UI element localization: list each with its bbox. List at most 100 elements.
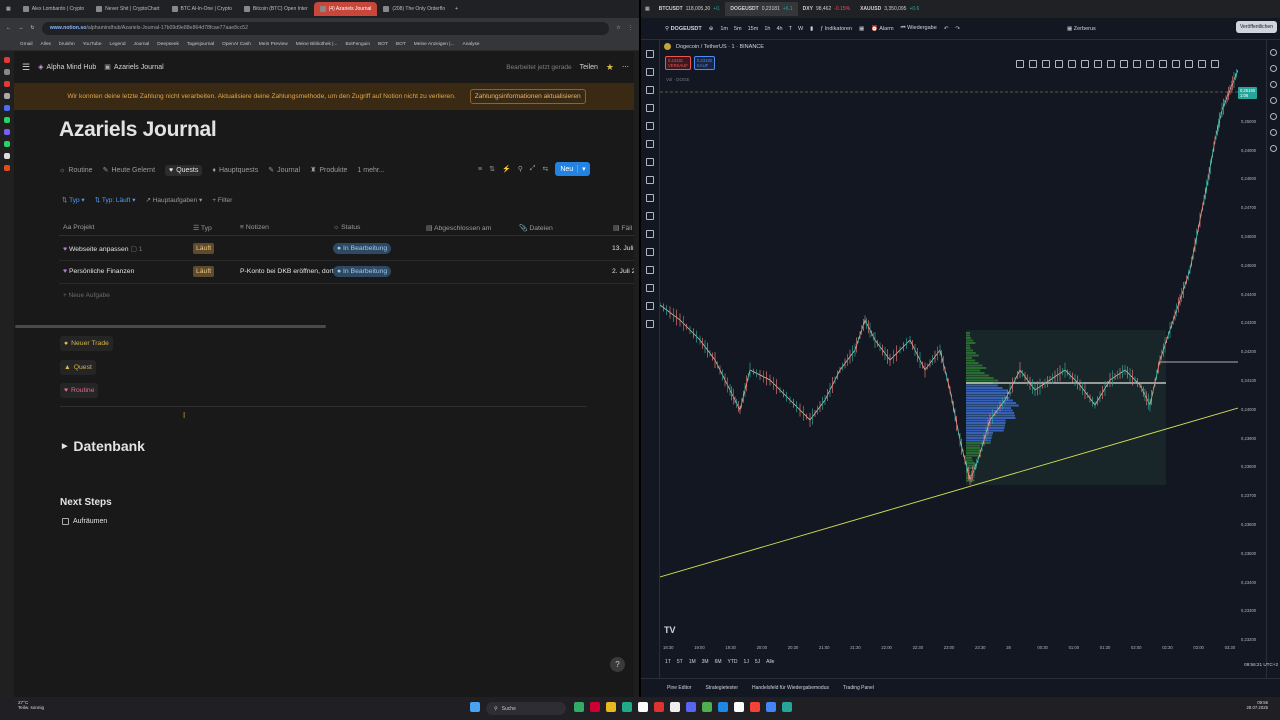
filter-typ-laeuft[interactable]: ⇅ Typ: Läuft ▾: [95, 196, 136, 204]
bookmark-item[interactable]: bruishn: [59, 42, 75, 47]
sidebar-app-icon[interactable]: [4, 117, 10, 123]
range-button[interactable]: 5T: [677, 659, 683, 665]
tool-icon[interactable]: [1016, 60, 1024, 68]
tool-icon[interactable]: [1042, 60, 1050, 68]
sidebar-app-icon[interactable]: [4, 105, 10, 111]
ideas-icon[interactable]: [1270, 129, 1277, 136]
status-badge[interactable]: ● In Bearbeitung: [333, 266, 392, 277]
link-icon[interactable]: [646, 302, 654, 310]
bottom-panel-tab[interactable]: Trading Panel: [843, 685, 874, 691]
stay-in-drawing-icon[interactable]: [646, 248, 654, 256]
help-button[interactable]: ?: [610, 657, 625, 672]
comment-icon[interactable]: ▢ 1: [130, 246, 142, 253]
app-icon[interactable]: [686, 702, 696, 712]
checkbox[interactable]: [62, 518, 69, 525]
tab-view-5[interactable]: ♜ Produkte: [310, 166, 347, 175]
app-icon[interactable]: [654, 702, 664, 712]
app-icon[interactable]: [622, 702, 632, 712]
column-header-status[interactable]: ☼ Status: [333, 224, 360, 231]
ticker-tab[interactable]: BTCUSDT 118,005,30 +0.: [654, 2, 726, 16]
share-button[interactable]: Teilen: [580, 64, 598, 71]
tool-icon[interactable]: [1120, 60, 1128, 68]
bottom-panel-tab[interactable]: Pine Editor: [667, 685, 691, 691]
browser-tab[interactable]: Alex Lombardo | Crypto: [17, 2, 90, 16]
alarm-button[interactable]: ⏰ Alarm: [871, 26, 893, 32]
new-task-button[interactable]: + Neue Aufgabe: [63, 292, 110, 299]
tool-icon[interactable]: [1081, 60, 1089, 68]
row-faellig[interactable]: 2. Juli 2: [612, 268, 635, 275]
sidebar-app-icon[interactable]: [4, 69, 10, 75]
redo-icon[interactable]: ↷: [955, 26, 960, 32]
system-tray-clock[interactable]: 09:56 28.07.2025: [1246, 700, 1268, 710]
eye-icon[interactable]: [646, 284, 654, 292]
shape-icon[interactable]: [646, 140, 654, 148]
range-button[interactable]: Alle: [766, 659, 774, 665]
interval-button[interactable]: 15m: [748, 26, 759, 32]
folder-icon[interactable]: [606, 702, 616, 712]
app-icon[interactable]: [590, 702, 600, 712]
symbol-search[interactable]: ⚲ DOGEUSDT: [665, 26, 702, 32]
range-button[interactable]: 1M: [689, 659, 696, 665]
ticker-tab[interactable]: XAUUSD 3,350,095 +0.6: [855, 2, 924, 16]
sidebar-app-icon[interactable]: [4, 165, 10, 171]
ruler-icon[interactable]: [646, 194, 654, 202]
next-steps-heading[interactable]: Next Steps: [60, 497, 112, 508]
tool-icon[interactable]: [1055, 60, 1063, 68]
template-button-neuer-trade[interactable]: ● Neuer Trade: [60, 336, 113, 351]
watchlist-icon[interactable]: [1270, 49, 1277, 56]
trash-icon[interactable]: [646, 320, 654, 328]
update-payment-button[interactable]: Zahlungsinformationen aktualisieren: [469, 89, 586, 104]
row-notizen[interactable]: P-Konto bei DKB eröffnen, dort: [240, 268, 334, 275]
bookmark-item[interactable]: Meine Anzeigen |...: [414, 42, 455, 47]
more-icon[interactable]: ⋯: [622, 63, 629, 71]
search-icon[interactable]: ⚲: [518, 165, 523, 173]
tradingview-app-icon[interactable]: [670, 702, 680, 712]
new-entry-button[interactable]: Neu ▾: [555, 162, 590, 176]
column-header-faellig[interactable]: ▤ Fäll: [613, 224, 632, 232]
todo-label[interactable]: Aufräumen: [73, 518, 107, 525]
bookmark-item[interactable]: Deepseek: [157, 42, 179, 47]
table-row[interactable]: ♥ Webseite anpassen ▢ 1 Läuft ● In Bearb…: [59, 238, 639, 261]
tool-icon[interactable]: [1133, 60, 1141, 68]
sidebar-app-icon[interactable]: [4, 93, 10, 99]
add-filter-button[interactable]: + Filter: [212, 197, 232, 204]
tool-icon[interactable]: [1107, 60, 1115, 68]
bookmark-item[interactable]: BOT: [378, 42, 388, 47]
chevron-down-icon[interactable]: ▾: [577, 165, 590, 173]
interval-button[interactable]: 1h: [764, 26, 770, 32]
app-icon[interactable]: [718, 702, 728, 712]
workspace-crumb[interactable]: Alpha Mind Hub: [46, 64, 96, 71]
sidebar-app-icon[interactable]: [4, 129, 10, 135]
column-header-notizen[interactable]: ≡ Notizen: [240, 224, 269, 231]
publish-button[interactable]: Veröffentlichen: [1236, 21, 1277, 33]
column-header-dateien[interactable]: 📎 Dateien: [519, 224, 553, 232]
indicators-button[interactable]: ƒ Indikatoren: [820, 26, 852, 32]
app-icon[interactable]: [734, 702, 744, 712]
bottom-panel-tab[interactable]: Strategietester: [705, 685, 738, 691]
menu-icon[interactable]: ⋮: [628, 25, 633, 31]
candle-type-icon[interactable]: ▮: [810, 26, 813, 32]
fib-icon[interactable]: [646, 86, 654, 94]
bookmark-item[interactable]: Meine Bibliothek |...: [296, 42, 338, 47]
tool-icon[interactable]: [1172, 60, 1180, 68]
browser-tab[interactable]: Never Shit | CryptoChart: [90, 2, 165, 16]
start-icon[interactable]: [470, 702, 480, 712]
tab-view-6[interactable]: 1 mehr...: [357, 167, 384, 174]
ticker-tab[interactable]: DXY 98,462 -0.15%: [798, 2, 855, 16]
column-header-abgeschlossen[interactable]: ▤ Abgeschlossen am: [426, 224, 491, 232]
tool-icon[interactable]: [1029, 60, 1037, 68]
column-header-projekt[interactable]: Aa Projekt: [63, 224, 94, 231]
app-icon[interactable]: [574, 702, 584, 712]
horizontal-scrollbar[interactable]: [15, 325, 326, 328]
interval-button[interactable]: 4h: [776, 26, 782, 32]
row-title[interactable]: ♥ Webseite anpassen ▢ 1: [63, 245, 143, 253]
table-row[interactable]: ♥ Persönliche Finanzen Läuft P-Konto bei…: [59, 261, 639, 284]
bottom-panel-tab[interactable]: Handelsfeld für Wiedergabemodus: [752, 685, 829, 691]
triangle-right-icon[interactable]: ▶: [62, 442, 67, 450]
page-crumb[interactable]: Azariels Journal: [114, 64, 164, 71]
range-button[interactable]: 3M: [702, 659, 709, 665]
weather-widget[interactable]: 27°C Teilw. sonnig: [18, 700, 44, 710]
projection-icon[interactable]: [646, 122, 654, 130]
undo-icon[interactable]: ↶: [944, 26, 949, 32]
taskbar-search[interactable]: ⚲ Suche: [486, 702, 566, 715]
